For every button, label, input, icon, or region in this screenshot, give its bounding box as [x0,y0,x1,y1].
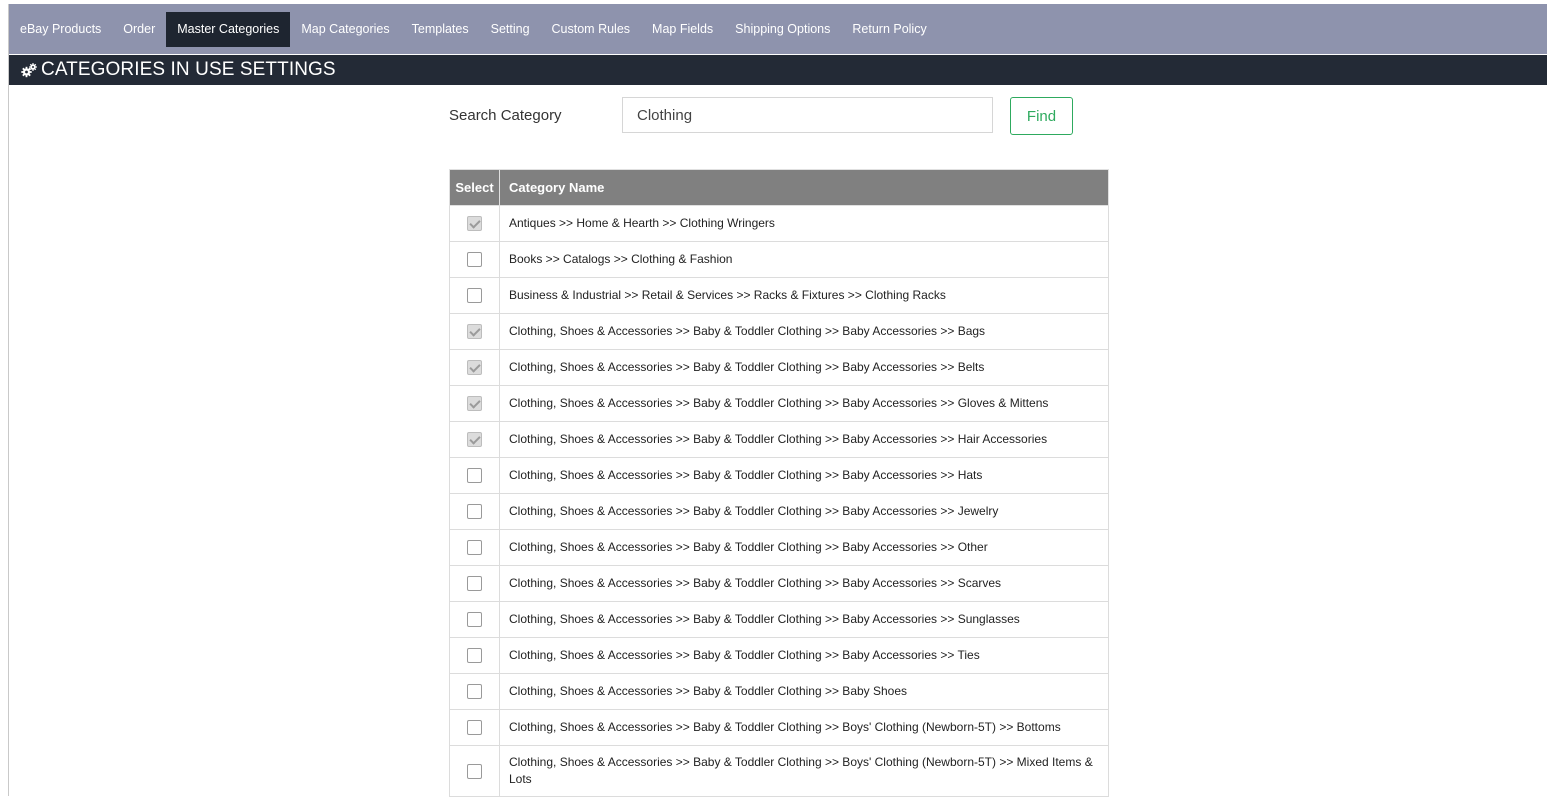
nav-item-ebay-products[interactable]: eBay Products [9,12,112,47]
category-name-cell: Books >> Catalogs >> Clothing & Fashion [499,241,1109,278]
nav-item-master-categories[interactable]: Master Categories [166,11,291,47]
table-row: Clothing, Shoes & Accessories >> Baby & … [449,565,1109,602]
select-cell [449,601,500,638]
category-name-cell: Clothing, Shoes & Accessories >> Baby & … [499,601,1109,638]
select-cell [449,493,500,530]
nav-item-custom-rules[interactable]: Custom Rules [541,12,642,47]
table-row: Clothing, Shoes & Accessories >> Baby & … [449,529,1109,566]
row-select-checkbox[interactable] [467,288,482,304]
row-select-checkbox[interactable] [467,360,482,376]
nav-item-templates[interactable]: Templates [401,12,480,47]
row-select-checkbox[interactable] [467,576,482,592]
search-category-input[interactable] [622,97,993,133]
select-cell [449,349,500,386]
nav-item-order[interactable]: Order [112,12,166,47]
table-row: Business & Industrial >> Retail & Servic… [449,277,1109,314]
table-row: Clothing, Shoes & Accessories >> Baby & … [449,313,1109,350]
table-row: Clothing, Shoes & Accessories >> Baby & … [449,637,1109,674]
category-name-cell: Clothing, Shoes & Accessories >> Baby & … [499,745,1109,797]
nav-item-map-fields[interactable]: Map Fields [641,12,724,47]
table-row: Clothing, Shoes & Accessories >> Baby & … [449,421,1109,458]
find-button[interactable]: Find [1010,97,1073,135]
nav-item-shipping-options[interactable]: Shipping Options [724,12,841,47]
table-row: Clothing, Shoes & Accessories >> Baby & … [449,673,1109,710]
category-name-column-header: Category Name [499,169,1109,206]
select-cell [449,385,500,422]
nav-item-map-categories[interactable]: Map Categories [290,12,400,47]
row-select-checkbox[interactable] [467,684,482,700]
row-select-checkbox[interactable] [467,432,482,448]
category-name-cell: Clothing, Shoes & Accessories >> Baby & … [499,457,1109,494]
nav-item-setting[interactable]: Setting [480,12,541,47]
table-row: Clothing, Shoes & Accessories >> Baby & … [449,349,1109,386]
row-select-checkbox[interactable] [467,648,482,664]
table-row: Clothing, Shoes & Accessories >> Baby & … [449,601,1109,638]
category-name-cell: Clothing, Shoes & Accessories >> Baby & … [499,493,1109,530]
category-name-cell: Clothing, Shoes & Accessories >> Baby & … [499,349,1109,386]
row-select-checkbox[interactable] [467,504,482,520]
select-cell [449,745,500,797]
table-row: Clothing, Shoes & Accessories >> Baby & … [449,493,1109,530]
category-name-cell: Clothing, Shoes & Accessories >> Baby & … [499,529,1109,566]
row-select-checkbox[interactable] [467,252,482,268]
table-row: Clothing, Shoes & Accessories >> Baby & … [449,709,1109,746]
table-header-row: Select Category Name [449,169,1109,206]
gears-icon [21,63,37,78]
row-select-checkbox[interactable] [467,763,482,779]
table-row: Clothing, Shoes & Accessories >> Baby & … [449,385,1109,422]
category-name-cell: Clothing, Shoes & Accessories >> Baby & … [499,637,1109,674]
table-row: Clothing, Shoes & Accessories >> Baby & … [449,457,1109,494]
select-cell [449,421,500,458]
select-cell [449,457,500,494]
category-name-cell: Business & Industrial >> Retail & Servic… [499,277,1109,314]
select-cell [449,277,500,314]
row-select-checkbox[interactable] [467,396,482,412]
category-name-cell: Clothing, Shoes & Accessories >> Baby & … [499,385,1109,422]
nav-item-return-policy[interactable]: Return Policy [841,12,937,47]
select-cell [449,709,500,746]
category-name-cell: Clothing, Shoes & Accessories >> Baby & … [499,421,1109,458]
select-cell [449,241,500,278]
table-body: Antiques >> Home & Hearth >> Clothing Wr… [449,205,1109,797]
select-cell [449,313,500,350]
row-select-checkbox[interactable] [467,540,482,556]
table-row: Books >> Catalogs >> Clothing & Fashion [449,241,1109,278]
select-cell [449,565,500,602]
row-select-checkbox[interactable] [467,324,482,340]
category-name-cell: Clothing, Shoes & Accessories >> Baby & … [499,565,1109,602]
row-select-checkbox[interactable] [467,216,482,232]
table-row: Clothing, Shoes & Accessories >> Baby & … [449,745,1109,797]
left-border [8,4,9,796]
select-cell [449,673,500,710]
select-column-header: Select [449,169,500,206]
top-navbar: eBay Products Order Master Categories Ma… [9,4,1547,54]
row-select-checkbox[interactable] [467,468,482,484]
select-cell [449,205,500,242]
categories-table: Select Category Name Antiques >> Home & … [449,169,1109,797]
page-header: CATEGORIES IN USE SETTINGS [9,55,1547,85]
row-select-checkbox[interactable] [467,720,482,736]
search-category-label: Search Category [449,107,562,124]
category-name-cell: Antiques >> Home & Hearth >> Clothing Wr… [499,205,1109,242]
category-name-cell: Clothing, Shoes & Accessories >> Baby & … [499,313,1109,350]
page-title: CATEGORIES IN USE SETTINGS [41,59,336,80]
category-name-cell: Clothing, Shoes & Accessories >> Baby & … [499,673,1109,710]
select-cell [449,637,500,674]
row-select-checkbox[interactable] [467,612,482,628]
table-row: Antiques >> Home & Hearth >> Clothing Wr… [449,205,1109,242]
select-cell [449,529,500,566]
category-name-cell: Clothing, Shoes & Accessories >> Baby & … [499,709,1109,746]
